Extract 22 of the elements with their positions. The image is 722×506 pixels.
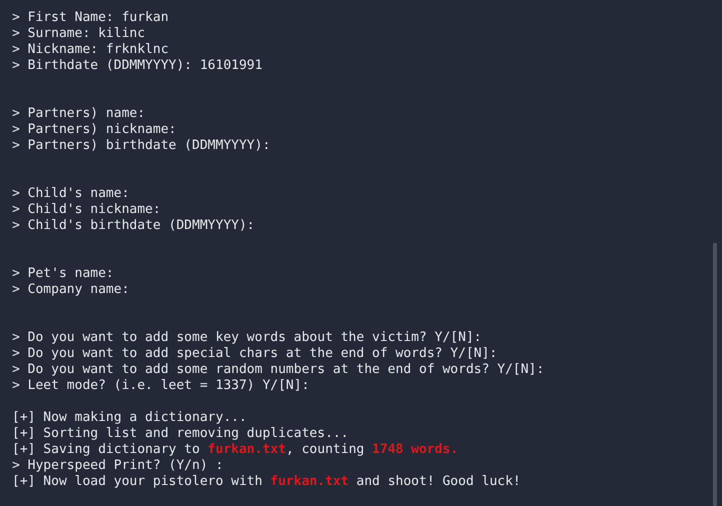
- terminal-line: > Birthdate (DDMMYYYY): 16101991: [12, 58, 264, 74]
- terminal-line: [+] Now making a dictionary...: [12, 410, 248, 426]
- terminal-line: > First Name: furkan: [12, 10, 170, 26]
- terminal-line: > Hyperspeed Print? (Y/n) :: [12, 458, 224, 474]
- scrollbar-thumb[interactable]: [713, 243, 717, 506]
- terminal-line: > Partners) nickname:: [12, 122, 178, 138]
- terminal-line: > Child's birthdate (DDMMYYYY):: [12, 218, 256, 234]
- terminal-line: > Partners) name:: [12, 106, 146, 122]
- terminal-line: > Pet's name:: [12, 266, 115, 282]
- terminal-line: > Do you want to add some random numbers at the end of words? Y/[N]:: [12, 362, 546, 378]
- terminal-line: > Child's name:: [12, 186, 130, 202]
- terminal-line: > Surname: kilinc: [12, 26, 146, 42]
- terminal-line: [+] Sorting list and removing duplicates...: [12, 426, 350, 442]
- terminal-line: [+] Saving dictionary to furkan.txt, counting 1748 words.: [12, 442, 460, 458]
- terminal-line: > Do you want to add special chars at the end of words? Y/[N]:: [12, 346, 498, 362]
- terminal-line: > Partners) birthdate (DDMMYYYY):: [12, 138, 272, 154]
- terminal-line: > Company name:: [12, 282, 130, 298]
- terminal-line: [+] Now load your pistolero with furkan.txt and shoot! Good luck!: [12, 474, 522, 490]
- terminal-line: > Nickname: frknklnc: [12, 42, 170, 58]
- terminal-line: > Leet mode? (i.e. leet = 1337) Y/[N]:: [12, 378, 310, 394]
- terminal-line: > Do you want to add some key words about the victim? Y/[N]:: [12, 330, 483, 346]
- terminal-line: > Child's nickname:: [12, 202, 162, 218]
